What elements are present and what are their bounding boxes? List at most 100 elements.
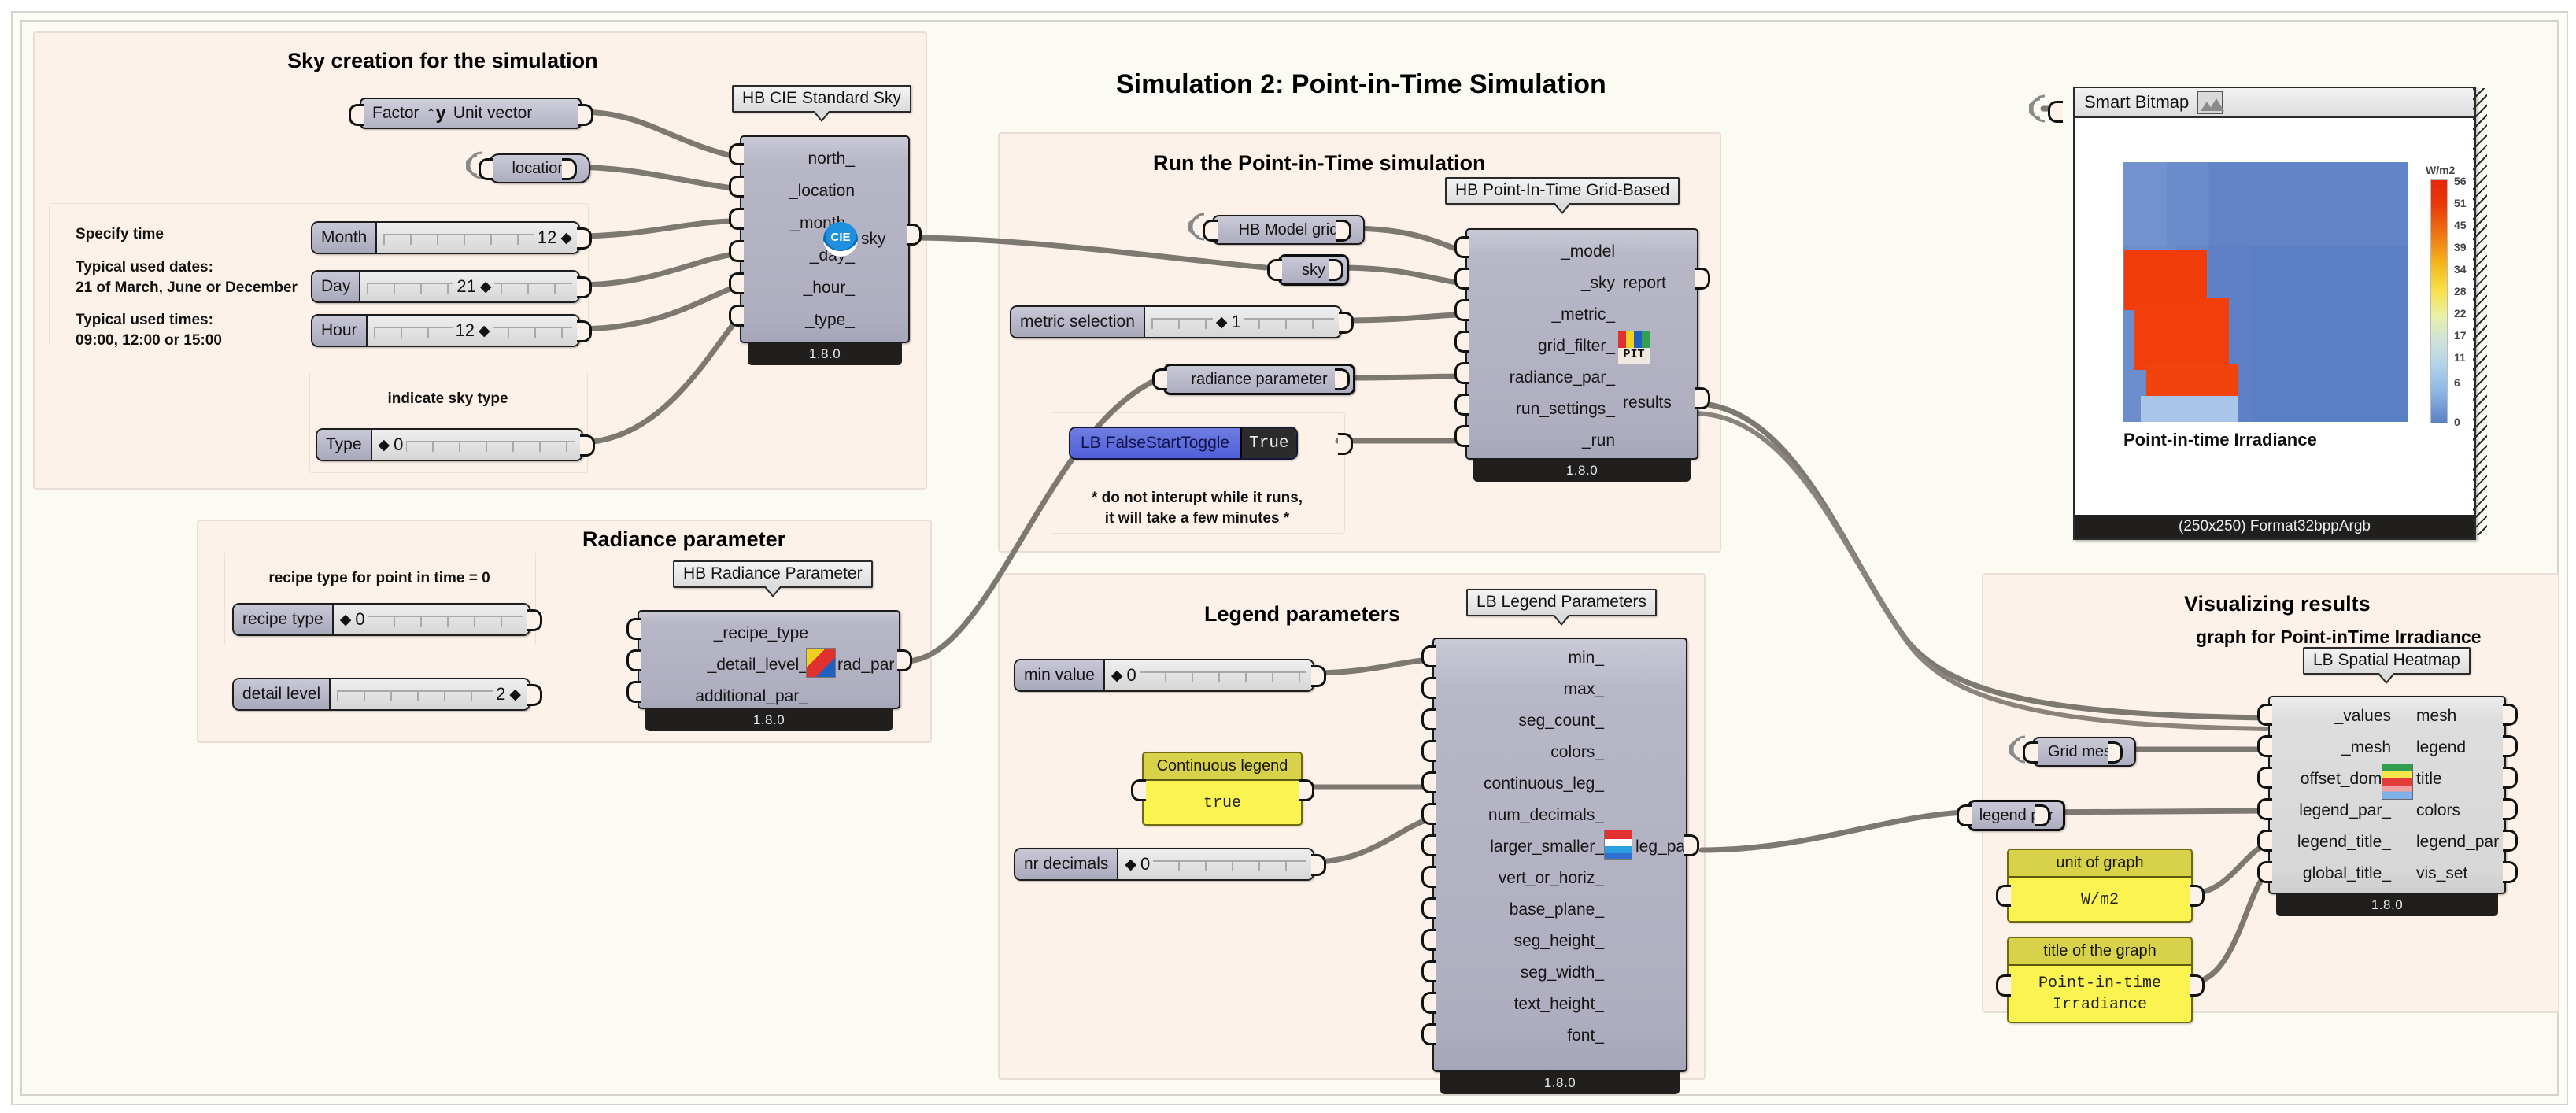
nub-colors[interactable] [1421, 740, 1436, 762]
nub-unit-panel-in[interactable] [1996, 885, 2011, 907]
nub-month[interactable] [729, 208, 744, 230]
location-input-nub[interactable] [479, 158, 493, 180]
node-lb-spatial-heatmap[interactable]: 1.8.0 _values _mesh offset_dom_ legend_p… [2268, 696, 2506, 916]
port-global-title[interactable]: global_title_ [2275, 864, 2391, 883]
min-value-handle-icon[interactable]: ◆ [1111, 668, 1123, 683]
nub-run-settings[interactable] [1454, 394, 1469, 416]
nub-radiance-par[interactable] [1454, 362, 1469, 384]
nub-base-plane[interactable] [1421, 897, 1436, 919]
port-recipe-type[interactable]: _recipe_type [647, 624, 808, 643]
nub-max[interactable] [1421, 677, 1436, 699]
radiance-parameter-param[interactable]: radiance parameter [1163, 364, 1355, 395]
day-slider-handle-icon[interactable]: ◆ [480, 279, 492, 294]
port-min[interactable]: min_ [1439, 649, 1604, 667]
image-thumbnail-icon[interactable] [2197, 91, 2225, 114]
day-output-nub[interactable] [577, 276, 592, 298]
nub-title-panel-in[interactable] [1996, 974, 2011, 997]
nr-decimals-slider[interactable]: nr decimals ◆ 0 [1014, 848, 1314, 881]
port-legend-out[interactable]: legend [2416, 738, 2466, 757]
unit-vector-input-nub[interactable] [349, 104, 364, 126]
nub-grid-mesh-out[interactable] [2108, 741, 2123, 764]
port-sky[interactable]: _sky [1473, 274, 1615, 293]
port-legend-par-out[interactable]: legend_par [2416, 833, 2499, 852]
port-base-plane[interactable]: base_plane_ [1439, 900, 1604, 919]
port-colors-out[interactable]: colors [2416, 801, 2460, 820]
unit-vector-output-nub[interactable] [578, 104, 593, 126]
port-leg-par[interactable]: leg_par [1635, 838, 1691, 856]
port-seg-width[interactable]: seg_width_ [1439, 963, 1604, 982]
node-hb-radiance-parameter[interactable]: 1.8.0 _recipe_type _detail_level_ additi… [638, 610, 900, 731]
title-of-graph-value[interactable]: Point-in-time Irradiance [2009, 966, 2191, 1022]
legend-par-param[interactable]: legend par [1968, 800, 2065, 831]
port-legend-title[interactable]: legend_title_ [2275, 833, 2391, 852]
continuous-legend-value[interactable]: true [1144, 781, 1301, 824]
port-larger-smaller[interactable]: larger_smaller_ [1439, 838, 1604, 856]
port-type[interactable]: _type_ [752, 311, 855, 330]
nub-radiance-param-out[interactable] [1335, 368, 1350, 390]
nub-model[interactable] [1454, 236, 1469, 258]
hour-slider-handle-icon[interactable]: ◆ [479, 324, 490, 338]
nub-detail-level[interactable] [626, 649, 641, 671]
nub-additional-par[interactable] [626, 681, 641, 703]
port-additional-par[interactable]: additional_par_ [647, 687, 808, 706]
nub-sky-param-out[interactable] [1329, 259, 1343, 281]
nub-legend-out[interactable] [2503, 735, 2518, 757]
nub-nr-decimals-out[interactable] [1311, 854, 1326, 876]
nub-location[interactable] [729, 176, 744, 198]
type-slider-handle-icon[interactable]: ◆ [379, 438, 390, 453]
port-radiance-par[interactable]: radiance_par_ [1473, 368, 1615, 387]
falsestart-toggle[interactable]: LB FalseStartToggle True [1069, 427, 1298, 460]
nub-metric[interactable] [1454, 299, 1469, 321]
port-grid-filter[interactable]: grid_filter_ [1473, 337, 1615, 356]
nub-continuous-leg[interactable] [1421, 771, 1436, 793]
recipe-type-handle-icon[interactable]: ◆ [340, 612, 352, 627]
nr-decimals-handle-icon[interactable]: ◆ [1125, 857, 1136, 872]
port-vert-or-horiz[interactable]: vert_or_horiz_ [1439, 869, 1604, 888]
nub-num-decimals[interactable] [1421, 803, 1436, 825]
nub-bitmap-in[interactable] [2048, 101, 2063, 123]
bitmap-resize-grip[interactable] [2473, 88, 2487, 535]
port-vis-set[interactable]: vis_set [2416, 864, 2467, 883]
nub-mesh-out[interactable] [2503, 704, 2518, 726]
nub-hour[interactable] [729, 272, 744, 294]
falsestart-toggle-state[interactable]: True [1240, 428, 1296, 458]
detail-level-slider[interactable]: detail level 2 ◆ [232, 678, 530, 711]
port-rad-par[interactable]: rad_par [837, 656, 894, 675]
port-values[interactable]: _values [2275, 707, 2391, 726]
port-north[interactable]: north_ [752, 150, 855, 168]
nub-offset-dom[interactable] [2257, 767, 2272, 789]
nub-toggle-out[interactable] [1338, 433, 1353, 455]
port-mesh-out[interactable]: mesh [2416, 707, 2456, 726]
month-output-nub[interactable] [577, 227, 592, 250]
nub-title-out[interactable] [2503, 767, 2518, 789]
port-mesh-in[interactable]: _mesh [2275, 738, 2391, 757]
nub-legend-title[interactable] [2257, 830, 2272, 852]
port-model[interactable]: _model [1473, 242, 1615, 261]
port-title-out[interactable]: title [2416, 770, 2442, 789]
nub-recipe-type[interactable] [626, 618, 641, 640]
node-hb-cie-standard-sky[interactable]: 1.8.0 north_ _location _month_ _day_ _ho… [740, 135, 910, 365]
nub-legend-par-node-out[interactable] [2503, 830, 2518, 852]
port-colors[interactable]: colors_ [1439, 743, 1604, 762]
port-offset-dom[interactable]: offset_dom_ [2275, 770, 2391, 789]
day-slider[interactable]: Day 21 ◆ [311, 270, 580, 303]
node-hb-point-in-time-grid-based[interactable]: 1.8.0 _model _sky _metric_ grid_filter_ … [1465, 228, 1698, 482]
hour-output-nub[interactable] [577, 320, 592, 342]
port-seg-count[interactable]: seg_count_ [1439, 712, 1604, 730]
metric-selection-slider[interactable]: metric selection ◆ 1 [1010, 305, 1342, 338]
month-slider[interactable]: Month 12 ◆ [311, 221, 580, 254]
unit-of-graph-panel[interactable]: unit of graph W/m2 [2007, 849, 2193, 923]
port-results[interactable]: results [1623, 394, 1672, 412]
nub-title-panel-out[interactable] [2190, 974, 2205, 997]
nub-grid-mesh-in[interactable] [2023, 741, 2038, 764]
nub-results[interactable] [1695, 387, 1710, 409]
port-font[interactable]: font_ [1439, 1026, 1604, 1045]
port-detail-level[interactable]: _detail_level_ [647, 656, 808, 675]
nub-seg-height[interactable] [1421, 929, 1436, 951]
nub-type[interactable] [729, 305, 744, 327]
nub-north[interactable] [729, 143, 744, 165]
nub-seg-count[interactable] [1421, 708, 1436, 730]
nub-sky-param-in[interactable] [1267, 259, 1282, 281]
nub-font[interactable] [1421, 1023, 1436, 1045]
port-metric[interactable]: _metric_ [1473, 305, 1615, 324]
